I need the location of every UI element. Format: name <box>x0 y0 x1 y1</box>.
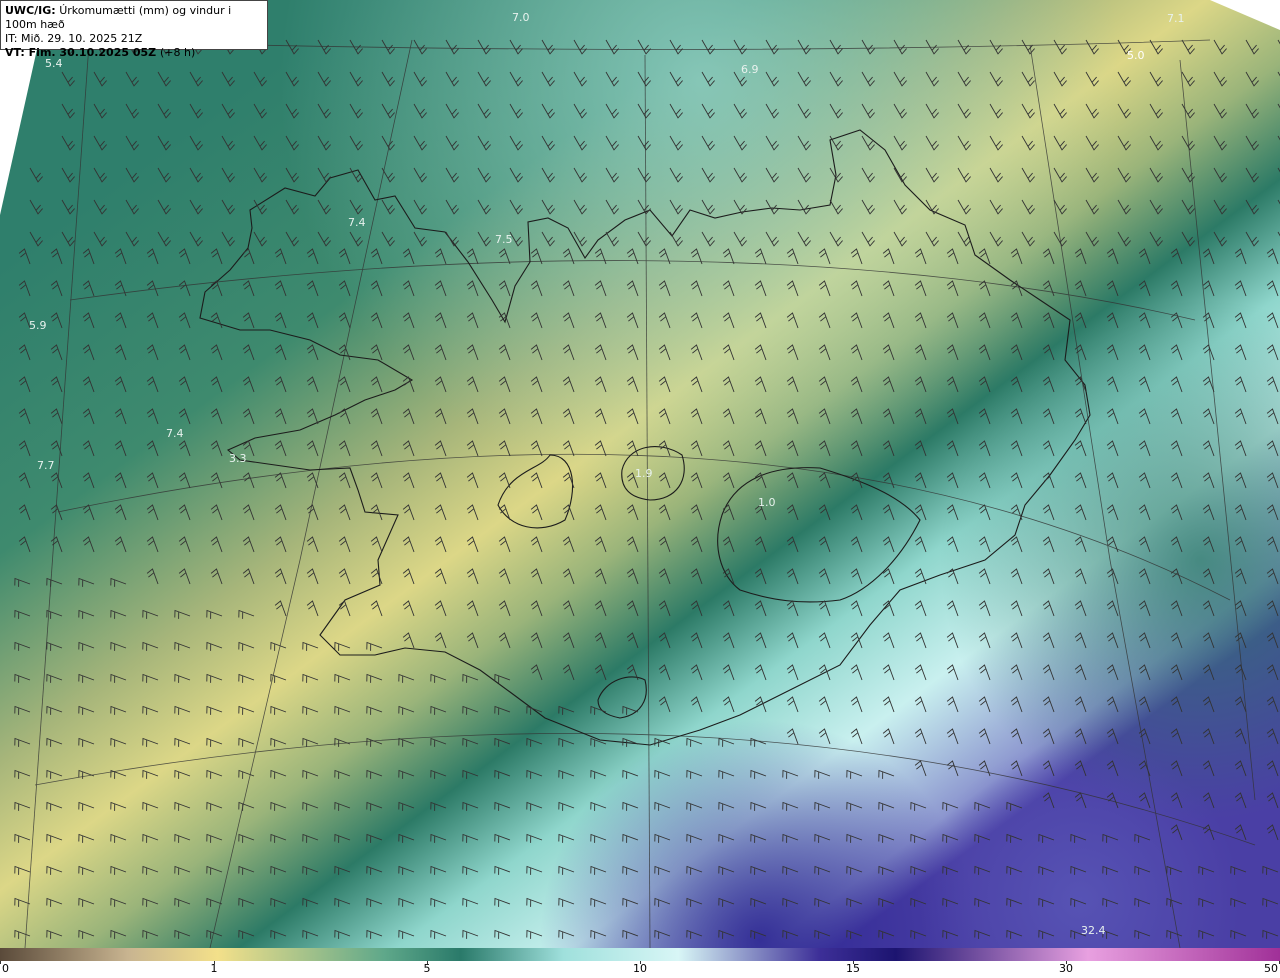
value-label: 7.4 <box>166 427 184 440</box>
scale-tick: 5 <box>423 962 431 975</box>
value-label: 1.0 <box>758 496 776 509</box>
valid-time-label: VT: <box>5 46 25 59</box>
valid-time: Fim. 30.10.2025 05Z <box>28 46 157 59</box>
scale-tick: 10 <box>633 962 647 975</box>
forecast-map: 7.0 7.1 5.0 6.9 5.4 7.5 7.4 5.9 7.4 7.7 … <box>0 0 1280 948</box>
value-label: 5.0 <box>1127 49 1145 62</box>
value-label: 7.5 <box>495 233 513 246</box>
valid-time-line: VT: Fim. 30.10.2025 05Z (+8 h) <box>5 46 263 60</box>
title-line: UWC/IG: Úrkomumætti (mm) og vindur i 100… <box>5 4 263 32</box>
value-label: 32.4 <box>1081 924 1106 937</box>
value-label: 7.1 <box>1167 12 1185 25</box>
init-time: IT: Mið. 29. 10. 2025 21Z <box>5 32 143 45</box>
color-scale-bar <box>0 948 1280 961</box>
value-label: 7.4 <box>348 216 366 229</box>
map-info-box: UWC/IG: Úrkomumætti (mm) og vindur i 100… <box>0 0 268 59</box>
value-label: 7.7 <box>37 459 55 472</box>
scale-tick: 15 <box>846 962 860 975</box>
value-label: 5.9 <box>29 319 47 332</box>
scale-tick: 50 <box>1264 962 1278 975</box>
lead-time: (+8 h) <box>159 46 196 59</box>
value-label: 1.9 <box>635 467 653 480</box>
value-label: 6.9 <box>741 63 759 76</box>
value-label: 3.3 <box>229 452 247 465</box>
scale-tick: 0 <box>2 962 9 975</box>
scale-tick: 1 <box>210 962 218 975</box>
scale-tick: 30 <box>1059 962 1073 975</box>
value-label: 7.0 <box>512 11 530 24</box>
product-name: UWC/IG: <box>5 4 56 17</box>
color-scale-ticks: 0 1 5 10 15 30 50 <box>0 961 1280 978</box>
